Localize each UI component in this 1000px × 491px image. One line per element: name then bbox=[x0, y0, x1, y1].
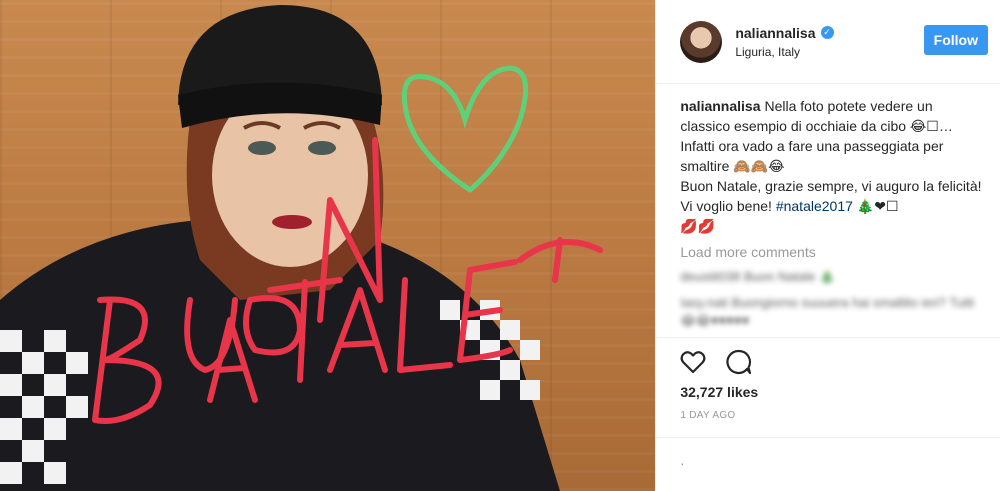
avatar[interactable] bbox=[680, 20, 723, 63]
hashtag-link[interactable]: #natale2017 bbox=[776, 198, 853, 214]
post-header: naliannalisa ✓ Liguria, Italy Follow bbox=[656, 0, 1000, 84]
comment-item: Iasy.nati Buongiorno suuuera hai smaltit… bbox=[680, 295, 975, 328]
person-figure bbox=[0, 5, 560, 491]
action-icons bbox=[680, 348, 984, 376]
post-photo[interactable] bbox=[0, 0, 656, 491]
verified-badge-icon: ✓ bbox=[820, 26, 834, 39]
photo-illustration bbox=[0, 5, 603, 491]
username-row: naliannalisa ✓ bbox=[735, 25, 923, 41]
likes-count[interactable]: 32,727 likes bbox=[680, 384, 984, 400]
location-link[interactable]: Liguria, Italy bbox=[735, 45, 923, 59]
heart-scribble bbox=[401, 65, 529, 193]
caption-username[interactable]: naliannalisa bbox=[680, 98, 760, 114]
username-link[interactable]: naliannalisa bbox=[735, 25, 815, 41]
heart-outline-icon[interactable] bbox=[680, 350, 706, 374]
post-sidebar: naliannalisa ✓ Liguria, Italy Follow nal… bbox=[655, 0, 1000, 491]
header-text: naliannalisa ✓ Liguria, Italy bbox=[735, 25, 923, 59]
post-caption: naliannalisa Nella foto potete vedere un … bbox=[680, 96, 984, 236]
caption-line-2: Infatti ora vado a fare una passeggiata … bbox=[680, 138, 944, 174]
comment-item: deustit038 Buon Natale 🎄 bbox=[680, 269, 836, 284]
caption-line-4: 💋💋 bbox=[680, 218, 716, 234]
instagram-post: naliannalisa ✓ Liguria, Italy Follow nal… bbox=[0, 0, 1000, 491]
comment-bubble-icon[interactable] bbox=[726, 349, 752, 375]
comments-section: naliannalisa Nella foto potete vedere un … bbox=[656, 84, 1000, 330]
caption-line-3-end: 🎄❤☐ bbox=[856, 198, 899, 214]
add-comment-input[interactable]: . bbox=[656, 437, 1000, 491]
load-more-comments[interactable]: Load more comments bbox=[680, 244, 984, 260]
post-timestamp: 1 DAY AGO bbox=[680, 410, 736, 421]
post-actions: 32,727 likes 1 DAY AGO bbox=[656, 337, 1000, 421]
follow-button[interactable]: Follow bbox=[923, 24, 988, 55]
